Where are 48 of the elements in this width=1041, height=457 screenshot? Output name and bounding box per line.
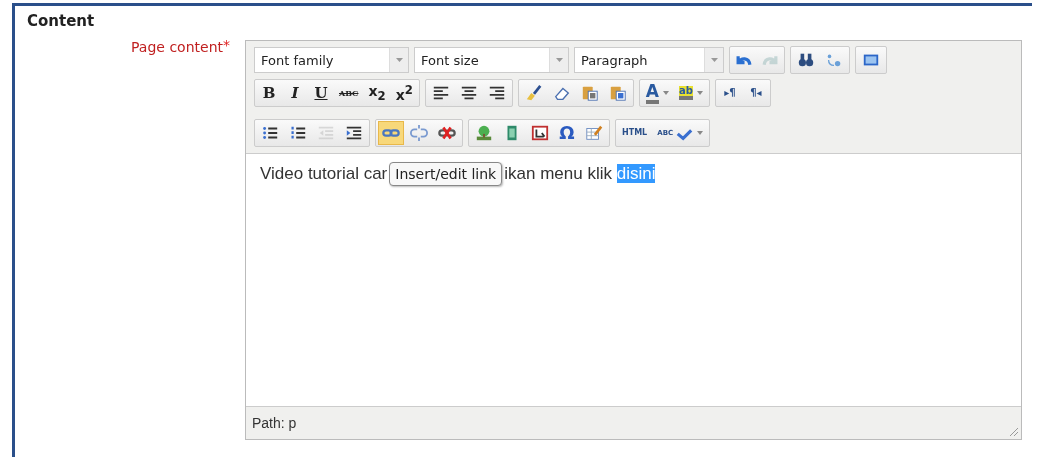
highlight-color-button[interactable]: ab [674, 81, 707, 105]
underline-button[interactable]: U [309, 81, 333, 105]
html-source-button[interactable]: HTML [618, 121, 652, 145]
align-right-icon [487, 84, 506, 102]
indent-icon [345, 124, 363, 142]
table-pencil-icon [585, 124, 603, 142]
strikethrough-button[interactable]: ABC [335, 81, 363, 105]
outdent-icon [317, 124, 335, 142]
bracket-icon [531, 124, 549, 142]
undo-icon [736, 53, 752, 67]
italic-button[interactable]: I [283, 81, 307, 105]
tooltip: Insert/edit link [389, 162, 503, 186]
required-mark: * [223, 37, 230, 53]
dropdown[interactable]: Paragraph [574, 47, 724, 73]
left-to-right-button[interactable]: ▸¶ [717, 81, 742, 105]
broken-chain-icon [410, 124, 428, 142]
text-color-button[interactable]: A [641, 81, 673, 105]
caret-icon [555, 58, 563, 62]
clipboard-icon [608, 84, 627, 102]
bold-button[interactable]: B [257, 81, 281, 105]
right-to-left-button[interactable]: ¶◂ [743, 81, 768, 105]
dropdown[interactable]: Font size [414, 47, 569, 73]
selected-text: disini [616, 164, 656, 183]
bullet-list-icon [261, 124, 279, 142]
caret-icon [697, 131, 704, 135]
brush-icon [524, 84, 543, 102]
dropdown[interactable]: Font family [254, 47, 409, 73]
subscript-button[interactable]: x$_{2}$ [364, 81, 390, 105]
content-text: Video tutorial car [260, 164, 388, 183]
resize-grip-icon[interactable] [1007, 425, 1019, 437]
crossed-chain-icon [438, 124, 456, 142]
clipboard-icon [580, 84, 599, 102]
caret-icon [662, 91, 669, 95]
caret-icon [395, 58, 403, 62]
element-path: Path: p [252, 415, 297, 431]
superscript-button[interactable]: x$^{2}$ [391, 81, 417, 105]
link-button[interactable] [378, 121, 404, 145]
align-left-icon [431, 84, 450, 102]
caret-icon [696, 91, 703, 95]
content-text: ikan menu klik [504, 164, 613, 183]
tree-icon [475, 124, 493, 142]
redo-icon [762, 53, 778, 67]
caret-icon [710, 58, 718, 62]
section-title: Content [26, 11, 96, 32]
align-center-icon [459, 84, 478, 102]
binoculars-icon [797, 51, 815, 69]
field-label: Page content [131, 39, 223, 55]
special-character-button[interactable]: Ω [555, 121, 579, 145]
